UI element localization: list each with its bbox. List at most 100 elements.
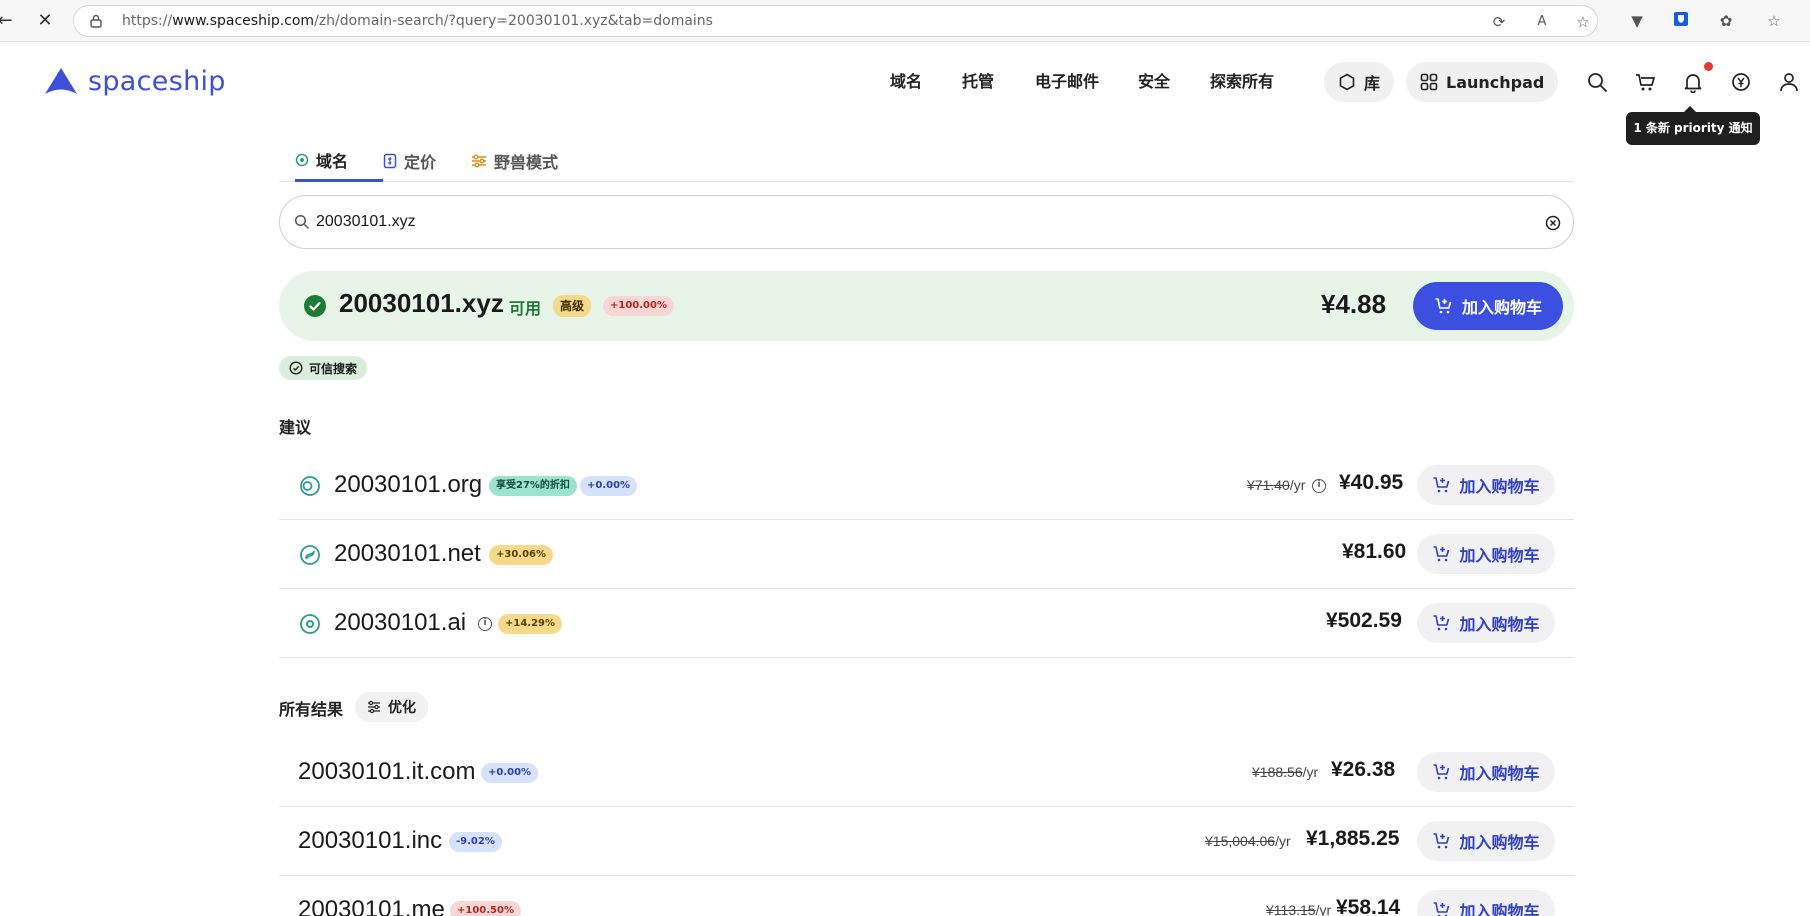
suggestion-domain[interactable]: 20030101.net xyxy=(334,540,481,568)
library-label: 库 xyxy=(1364,74,1381,93)
url-text: https://www.spaceship.com/zh/domain-sear… xyxy=(122,13,713,29)
suggestion-domain[interactable]: 20030101.org xyxy=(334,471,482,499)
hexagon-icon xyxy=(1339,73,1355,91)
add-cart-icon xyxy=(1433,902,1450,916)
add-cart-icon xyxy=(1433,615,1450,631)
add-to-cart-button[interactable]: 加入购物车 xyxy=(1417,821,1555,861)
result-price: ¥1,885.25 xyxy=(1306,827,1400,850)
add-to-cart-button[interactable]: 加入购物车 xyxy=(1417,534,1555,574)
domain-search-input[interactable] xyxy=(316,209,1516,235)
shield-check-icon xyxy=(289,361,303,375)
availability-status: 可用 xyxy=(509,299,542,318)
nav-hosting[interactable]: 托管 xyxy=(962,68,994,92)
main-result-card: 20030101.xyz 可用 高级 +100.00% ¥4.88 加入购物车 xyxy=(279,271,1574,341)
user-icon[interactable] xyxy=(1778,71,1800,93)
tab-pricing-label: 定价 xyxy=(404,153,437,172)
add-cart-icon xyxy=(1433,764,1450,780)
check-circle-icon xyxy=(304,295,326,317)
address-bar[interactable]: https://www.spaceship.com/zh/domain-sear… xyxy=(73,5,1598,37)
suggestion-price: ¥81.60 xyxy=(1342,540,1407,563)
result-domain[interactable]: 20030101.it.com xyxy=(298,758,475,786)
nav-explore-all[interactable]: 探索所有 xyxy=(1210,68,1274,92)
add-to-cart-label: 加入购物车 xyxy=(1459,546,1540,565)
spaceship-logo[interactable]: spaceship xyxy=(44,65,226,97)
library-button[interactable]: 库 xyxy=(1324,62,1395,102)
nav-email[interactable]: 电子邮件 xyxy=(1035,68,1099,92)
search-icon xyxy=(294,214,309,229)
price-change-badge: +0.00% xyxy=(481,763,539,783)
browser-chrome: ← ✕ https://www.spaceship.com/zh/domain-… xyxy=(0,0,1810,42)
logo-text: spaceship xyxy=(88,65,226,97)
suggestion-row: 20030101.ai i +14.29% ¥502.59 加入购物车 xyxy=(279,589,1574,658)
clear-search-icon[interactable] xyxy=(1545,215,1561,231)
original-price: ¥113.15/yr xyxy=(1266,902,1332,916)
result-row: 20030101.me +100.50% ¥113.15/yr ¥58.14 加… xyxy=(279,876,1574,916)
original-price: ¥15,004.06/yr xyxy=(1205,833,1291,849)
currency-icon[interactable] xyxy=(1730,71,1752,93)
add-cart-icon xyxy=(1433,546,1450,562)
trusted-search-label: 可信搜索 xyxy=(309,361,358,376)
org-tld-icon xyxy=(300,476,320,496)
spaceship-logo-icon xyxy=(45,68,77,94)
add-to-cart-label: 加入购物车 xyxy=(1459,833,1540,852)
notification-dot xyxy=(1704,62,1713,71)
search-tabs: 域名 定价 野兽模式 xyxy=(279,140,1574,182)
refresh-site-icon[interactable]: ⟳ xyxy=(1490,13,1508,31)
tab-domains[interactable]: 域名 xyxy=(295,140,383,182)
nav-security[interactable]: 安全 xyxy=(1138,68,1170,92)
domain-search-box xyxy=(279,195,1574,249)
nav-domains[interactable]: 域名 xyxy=(890,68,922,92)
original-price: ¥71.40/yr xyxy=(1247,477,1306,493)
suggestion-domain[interactable]: 20030101.ai xyxy=(334,609,466,637)
sliders-icon xyxy=(472,154,486,168)
price-change-badge: +30.06% xyxy=(489,545,554,565)
add-to-cart-label: 加入购物车 xyxy=(1459,902,1540,916)
suggestion-row: 20030101.net +30.06% ¥81.60 加入购物车 xyxy=(279,520,1574,589)
favorites-icon[interactable]: ☆ xyxy=(1764,11,1784,31)
tab-beast-mode[interactable]: 野兽模式 xyxy=(471,140,558,182)
extensions-puzzle-icon[interactable]: ✿ xyxy=(1716,11,1736,31)
add-to-cart-button[interactable]: 加入购物车 xyxy=(1413,282,1563,330)
tab-domains-label: 域名 xyxy=(316,151,349,171)
lock-icon xyxy=(90,14,102,28)
main-domain-name: 20030101.xyz xyxy=(339,288,504,318)
add-to-cart-button[interactable]: 加入购物车 xyxy=(1417,752,1555,792)
stop-loading-icon[interactable]: ✕ xyxy=(34,10,56,32)
domain-tab-icon xyxy=(295,153,309,166)
back-icon[interactable]: ← xyxy=(0,10,16,32)
all-results-title: 所有结果 xyxy=(279,700,344,719)
favorite-star-icon[interactable]: ☆ xyxy=(1574,13,1592,31)
refine-label: 优化 xyxy=(388,700,416,716)
add-cart-icon xyxy=(1435,298,1452,314)
bitwarden-extension-icon[interactable] xyxy=(1671,11,1691,31)
extension-v-icon[interactable]: ▼ xyxy=(1627,11,1647,31)
suggestion-price: ¥40.95 xyxy=(1339,471,1404,494)
launchpad-button[interactable]: Launchpad xyxy=(1406,62,1559,102)
notification-tooltip: 1 条新 priority 通知 xyxy=(1626,106,1760,145)
tab-pricing[interactable]: 定价 xyxy=(383,140,436,182)
refine-button[interactable]: 优化 xyxy=(355,692,428,722)
premium-badge: 高级 xyxy=(553,295,592,317)
result-domain[interactable]: 20030101.inc xyxy=(298,827,442,855)
add-to-cart-button[interactable]: 加入购物车 xyxy=(1417,890,1555,916)
suggestion-price: ¥502.59 xyxy=(1326,609,1402,632)
add-to-cart-label: 加入购物车 xyxy=(1459,477,1540,496)
info-icon[interactable]: i xyxy=(1312,479,1326,493)
add-to-cart-label: 加入购物车 xyxy=(1459,615,1540,634)
add-cart-icon xyxy=(1433,833,1450,849)
add-to-cart-button[interactable]: 加入购物车 xyxy=(1417,603,1555,643)
trusted-search-badge: 可信搜索 xyxy=(279,356,368,380)
search-icon[interactable] xyxy=(1586,71,1608,93)
result-domain[interactable]: 20030101.me xyxy=(298,896,445,916)
cart-icon[interactable] xyxy=(1634,71,1656,93)
bell-icon[interactable] xyxy=(1682,71,1704,93)
add-to-cart-label: 加入购物车 xyxy=(1459,764,1540,783)
add-to-cart-button[interactable]: 加入购物车 xyxy=(1417,465,1555,505)
ai-tld-icon xyxy=(300,614,320,634)
result-price: ¥58.14 xyxy=(1336,896,1401,916)
read-aloud-icon[interactable]: A xyxy=(1533,13,1551,31)
discount-badge: 享受27%的折扣 xyxy=(489,476,577,496)
info-icon[interactable]: i xyxy=(478,617,492,631)
net-tld-icon xyxy=(300,545,320,565)
main-price: ¥4.88 xyxy=(1321,289,1387,319)
